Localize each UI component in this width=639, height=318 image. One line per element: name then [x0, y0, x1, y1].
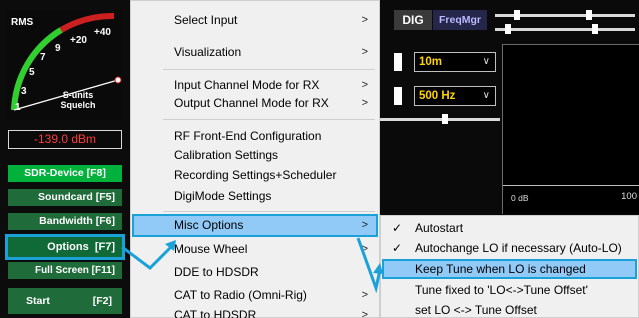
- menu-separator: [163, 69, 375, 70]
- menu-item-label: DDE to HDSDR: [174, 265, 259, 279]
- menu-item-dde-to-hdsdr[interactable]: DDE to HDSDR: [132, 261, 378, 284]
- menu-separator: [163, 211, 375, 212]
- chevron-right-icon: >: [361, 46, 368, 58]
- menu-item-label: DigiMode Settings: [174, 189, 272, 203]
- options-button[interactable]: Options [F7]: [5, 234, 125, 260]
- slider-track-2: [495, 28, 635, 31]
- slider-knob-4[interactable]: [592, 24, 598, 34]
- slider-knob-2[interactable]: [586, 10, 592, 20]
- submenu-item-label: Autostart: [415, 221, 464, 235]
- menu-item-cat-to-hdsdr[interactable]: CAT to HDSDR >: [132, 304, 378, 318]
- submenu-item-label: Tune fixed to 'LO<->Tune Offset': [415, 283, 588, 297]
- signal-level-readout: -139.0 dBm: [8, 130, 122, 149]
- submenu-item-label: Autochange LO if necessary (Auto-LO): [415, 241, 622, 255]
- bandwidth-select-value: 500 Hz: [419, 90, 456, 102]
- menu-item-output-channel-mode[interactable]: Output Channel Mode for RX >: [132, 92, 378, 115]
- start-key: [F2]: [92, 295, 112, 307]
- chevron-right-icon: >: [361, 97, 368, 109]
- chevron-right-icon: >: [361, 243, 368, 255]
- sdr-device-button[interactable]: SDR-Device [F8]: [8, 165, 122, 182]
- menu-item-label: Mouse Wheel: [174, 242, 248, 256]
- menu-item-select-input[interactable]: Select Input >: [132, 9, 378, 32]
- menu-separator: [163, 119, 375, 120]
- s-meter: RMS +40 +20 9 7 5 3 1 S-units Squelch: [6, 10, 122, 120]
- menu-item-label: Visualization: [174, 45, 242, 59]
- submenu-item-label: set LO <-> Tune Offset: [415, 303, 537, 317]
- spectrum-axis: [503, 185, 639, 186]
- slider-knob-3[interactable]: [505, 24, 511, 34]
- scale-7: 7: [40, 52, 46, 63]
- menu-item-label: CAT to HDSDR: [174, 308, 257, 318]
- menu-item-mouse-wheel[interactable]: Mouse Wheel >: [132, 238, 378, 261]
- s-units-label: S-units Squelch: [56, 90, 100, 110]
- spectrum-display[interactable]: 0 dB 100: [502, 44, 639, 214]
- menu-item-label: Recording Settings+Scheduler: [174, 168, 337, 182]
- menu-item-label: Input Channel Mode for RX: [174, 78, 320, 92]
- menu-item-recording-settings[interactable]: Recording Settings+Scheduler: [132, 164, 378, 187]
- radio-control-panel: DIG FreqMgr 10m ∨ 500 Hz ∨ 0 dB 100: [380, 0, 639, 215]
- options-key: [F7]: [94, 241, 115, 253]
- misc-options-submenu: ✓ Autostart ✓ Autochange LO if necessary (…: [380, 215, 639, 318]
- scale-plus40: +40: [94, 27, 111, 38]
- scale-3: 3: [21, 86, 27, 97]
- scale-plus20: +20: [70, 35, 87, 46]
- full-screen-button[interactable]: Full Screen [F11]: [8, 262, 122, 279]
- submenu-item-label: Keep Tune when LO is changed: [415, 262, 586, 276]
- options-menu: Select Input > Visualization > Input Chann…: [130, 0, 380, 318]
- dropdown-chevron-icon: ∨: [482, 56, 490, 67]
- freqmgr-button[interactable]: FreqMgr: [433, 10, 487, 30]
- dropdown-chevron-icon: ∨: [482, 90, 490, 101]
- slider-knob-1[interactable]: [514, 10, 520, 20]
- band-indicator: [394, 53, 402, 71]
- submenu-item-keep-tune[interactable]: Keep Tune when LO is changed: [382, 259, 637, 279]
- checkmark-icon: ✓: [392, 241, 403, 255]
- menu-item-label: RF Front-End Configuration: [174, 129, 322, 143]
- chevron-right-icon: >: [361, 309, 368, 318]
- menu-item-label: Misc Options: [174, 218, 244, 232]
- bandwidth-button[interactable]: Bandwidth [F6]: [8, 213, 122, 230]
- options-label: Options: [47, 241, 89, 253]
- rms-label: RMS: [11, 17, 34, 28]
- bandwidth-select[interactable]: 500 Hz ∨: [414, 86, 496, 106]
- scale-5: 5: [29, 67, 35, 78]
- menu-item-visualization[interactable]: Visualization >: [132, 41, 378, 64]
- bandwidth-indicator: [394, 87, 402, 105]
- spectrum-db-label: 0 dB: [511, 193, 529, 203]
- start-label: Start: [26, 295, 50, 307]
- soundcard-button[interactable]: Soundcard [F5]: [8, 189, 122, 206]
- menu-item-misc-options[interactable]: Misc Options >: [132, 214, 378, 237]
- left-control-panel: RMS +40 +20 9 7 5 3 1 S-units Squelch -1…: [0, 0, 130, 318]
- chevron-right-icon: >: [361, 14, 368, 26]
- menu-item-label: CAT to Radio (Omni-Rig): [174, 288, 307, 302]
- chevron-right-icon: >: [361, 219, 368, 231]
- band-select-value: 10m: [419, 56, 443, 68]
- slider-track-3: [380, 118, 500, 121]
- dig-button[interactable]: DIG: [394, 10, 432, 30]
- s-units-text: S-units: [62, 90, 94, 100]
- submenu-item-autostart[interactable]: ✓ Autostart: [382, 218, 637, 238]
- submenu-item-set-lo-offset[interactable]: set LO <-> Tune Offset: [382, 300, 637, 318]
- start-button[interactable]: Start [F2]: [8, 288, 122, 314]
- band-select[interactable]: 10m ∨: [414, 52, 496, 72]
- menu-item-label: Output Channel Mode for RX: [174, 96, 329, 110]
- slider-knob-5[interactable]: [442, 114, 448, 124]
- spectrum-scale-label: 100: [621, 191, 637, 202]
- submenu-item-tune-fixed[interactable]: Tune fixed to 'LO<->Tune Offset': [382, 280, 637, 300]
- scale-9: 9: [55, 43, 61, 54]
- submenu-item-autochange-lo[interactable]: ✓ Autochange LO if necessary (Auto-LO): [382, 238, 637, 258]
- scale-1: 1: [15, 102, 21, 113]
- checkmark-icon: ✓: [392, 221, 403, 235]
- menu-item-digimode-settings[interactable]: DigiMode Settings: [132, 185, 378, 208]
- menu-item-label: Select Input: [174, 13, 238, 27]
- menu-item-label: Calibration Settings: [174, 148, 279, 162]
- squelch-text: Squelch: [60, 100, 96, 110]
